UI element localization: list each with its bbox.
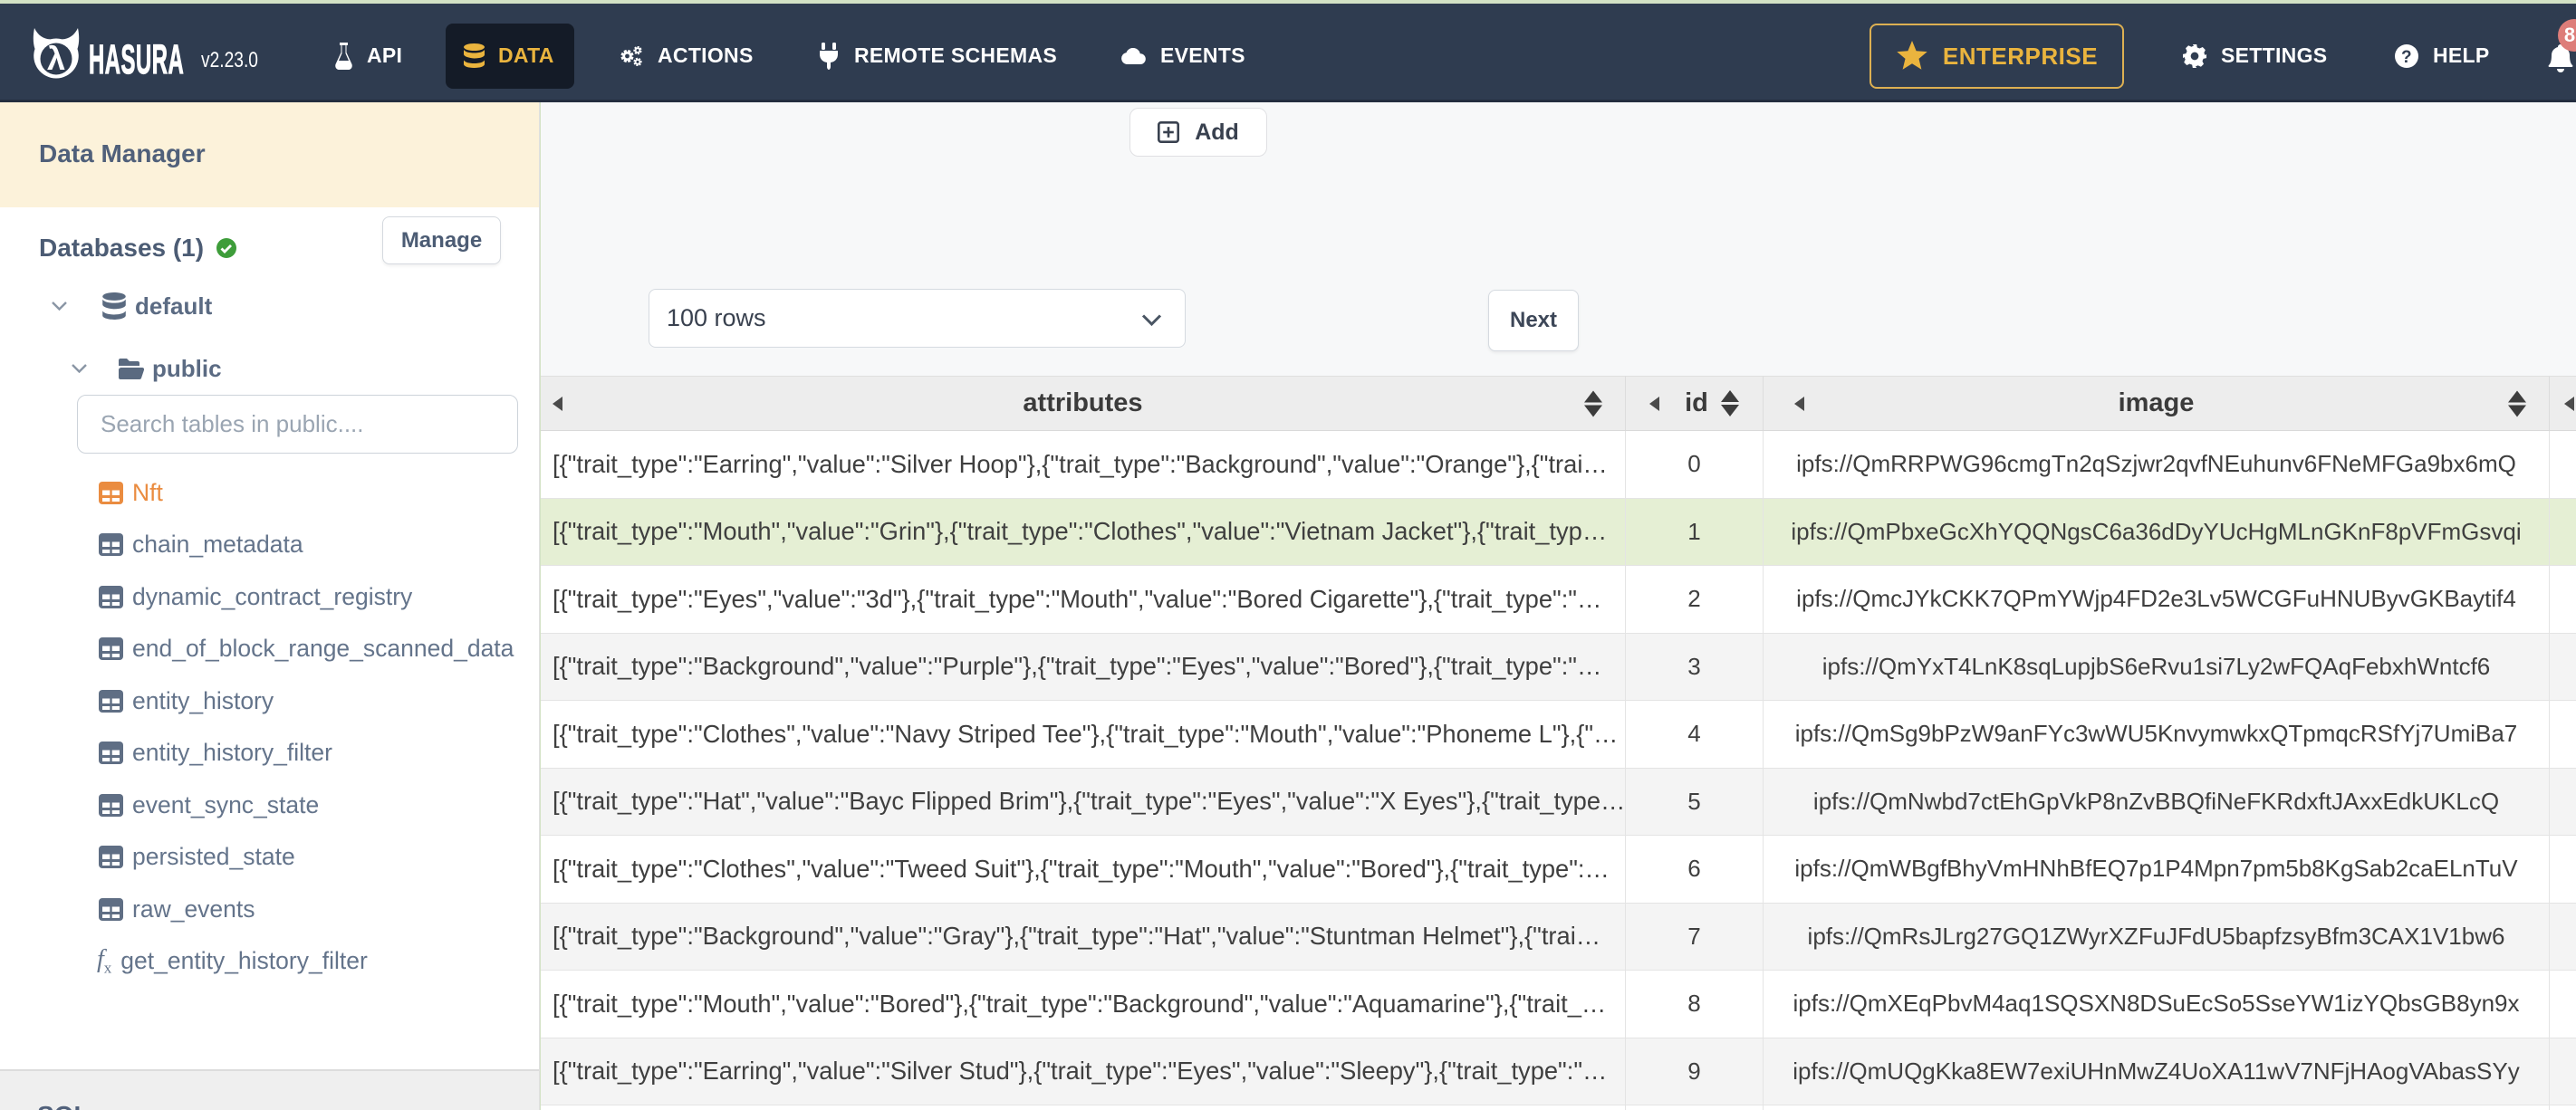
- svg-text:?: ?: [2401, 48, 2412, 67]
- svg-text:λ: λ: [47, 40, 65, 77]
